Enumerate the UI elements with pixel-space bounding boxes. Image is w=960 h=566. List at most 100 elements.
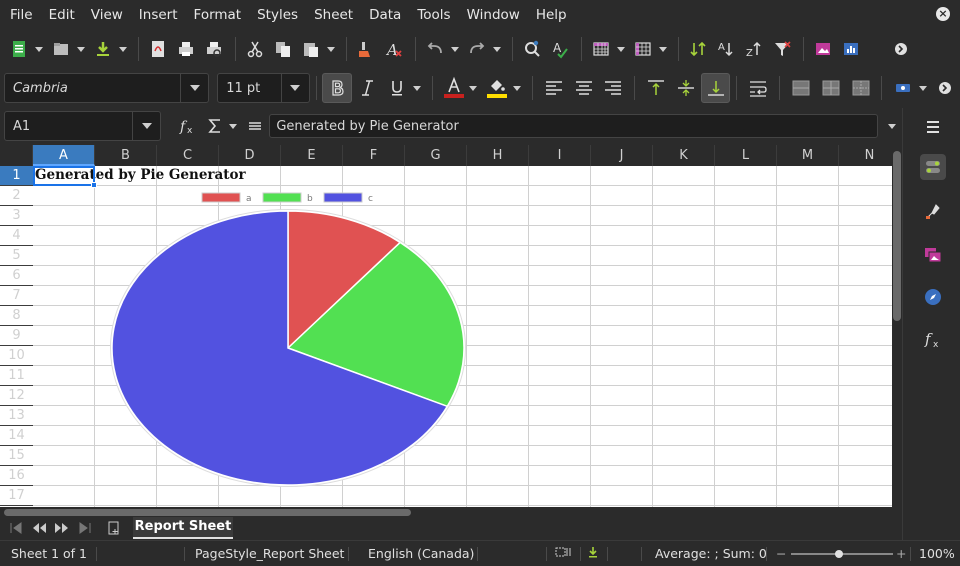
merge-cells-button[interactable] [786,73,816,103]
insert-image-icon[interactable] [810,36,836,62]
last-sheet-icon[interactable] [77,521,93,535]
export-pdf-icon[interactable] [145,36,171,62]
add-sheet-icon[interactable] [106,521,122,535]
sort-icon[interactable] [685,36,711,62]
align-right-button[interactable] [598,73,628,103]
font-color-button[interactable] [439,73,469,103]
copy-icon[interactable] [270,36,296,62]
row-header-10[interactable]: 10 [0,346,33,366]
name-box[interactable]: A1 [4,111,162,141]
zoom-level[interactable]: 100% [919,541,955,566]
column-header-b[interactable]: B [95,145,157,166]
print-icon[interactable] [173,36,199,62]
insert-chart-icon[interactable] [838,36,864,62]
sidebar-menu-icon[interactable] [920,114,946,140]
row-header-15[interactable]: 15 [0,446,33,466]
paste-dropdown-icon[interactable] [326,47,336,52]
row-header-17[interactable]: 17 [0,486,33,506]
column-header-h[interactable]: H [467,145,529,166]
menu-data[interactable]: Data [361,0,409,30]
selection-mode-icon[interactable] [555,541,573,566]
autofilter-icon[interactable] [769,36,795,62]
row-header-2[interactable]: 2 [0,186,33,206]
more-toolbar-icon[interactable] [888,36,914,62]
more-formatting-icon[interactable] [932,75,958,101]
row-header-8[interactable]: 8 [0,306,33,326]
expand-formula-icon[interactable] [886,124,898,129]
new-dropdown-icon[interactable] [34,47,44,52]
row-header-7[interactable]: 7 [0,286,33,306]
cell-area[interactable]: Generated by Pie Generator abc [33,166,892,507]
menu-insert[interactable]: Insert [131,0,186,30]
align-bottom-button[interactable] [700,73,731,103]
undo-dropdown-icon[interactable] [450,47,460,52]
find-replace-icon[interactable] [519,36,545,62]
pie-chart[interactable]: a b c [33,166,892,507]
name-box-dropdown-icon[interactable] [132,112,160,140]
page-style[interactable]: PageStyle_Report Sheet [195,541,344,566]
sum-dropdown-icon[interactable] [228,124,238,129]
zoom-out-icon[interactable]: − [776,541,786,566]
menu-sheet[interactable]: Sheet [306,0,361,30]
formula-icon[interactable] [242,113,268,139]
column-header-e[interactable]: E [281,145,343,166]
function-wizard-icon[interactable]: fx [175,113,201,139]
column-header-l[interactable]: L [715,145,777,166]
row-icon[interactable] [588,36,614,62]
zoom-slider-handle[interactable] [835,550,843,558]
clone-formatting-icon[interactable] [353,36,379,62]
bold-button[interactable] [322,73,353,103]
menu-help[interactable]: Help [528,0,575,30]
column-dropdown-icon[interactable] [658,47,668,52]
save-icon[interactable] [90,36,116,62]
font-name-dropdown-icon[interactable] [180,74,208,102]
paste-icon[interactable] [298,36,324,62]
select-all-corner[interactable] [0,145,33,166]
sort-descending-icon[interactable]: Z [741,36,767,62]
row-header-3[interactable]: 3 [0,206,33,226]
column-header-m[interactable]: M [777,145,839,166]
save-dropdown-icon[interactable] [118,47,128,52]
column-header-j[interactable]: J [591,145,653,166]
column-header-d[interactable]: D [219,145,281,166]
menu-edit[interactable]: Edit [41,0,83,30]
vertical-scroll-thumb[interactable] [893,151,901,321]
new-spreadsheet-icon[interactable] [6,36,32,62]
row-header-9[interactable]: 9 [0,326,33,346]
redo-icon[interactable] [464,36,490,62]
properties-icon[interactable] [920,154,946,180]
font-size-box[interactable]: 11 pt [217,73,310,103]
previous-sheet-icon[interactable] [31,521,47,535]
row-dropdown-icon[interactable] [616,47,626,52]
horizontal-scroll-thumb[interactable] [4,509,411,516]
print-preview-icon[interactable] [201,36,227,62]
highlight-dropdown-icon[interactable] [512,86,522,91]
align-center-button[interactable] [569,73,599,103]
close-document-icon[interactable]: × [936,7,950,21]
spreadsheet-grid[interactable]: ABCDEFGHIJKLMN 1 2 3 4 5 6 7 8 9 10 11 12 13 14 15 16 17… [0,145,892,507]
row-header-16[interactable]: 16 [0,466,33,486]
navigator-icon[interactable] [920,284,946,310]
first-sheet-icon[interactable] [8,521,24,535]
underline-button[interactable] [382,73,412,103]
row-header-4[interactable]: 4 [0,226,33,246]
menu-tools[interactable]: Tools [409,0,458,30]
menu-window[interactable]: Window [459,0,528,30]
column-header-n[interactable]: N [839,145,892,166]
column-icon[interactable] [630,36,656,62]
open-dropdown-icon[interactable] [76,47,86,52]
sort-ascending-icon[interactable]: A [713,36,739,62]
redo-dropdown-icon[interactable] [492,47,502,52]
cut-icon[interactable] [242,36,268,62]
menu-view[interactable]: View [83,0,131,30]
clear-formatting-icon[interactable]: A [381,36,407,62]
row-header-13[interactable]: 13 [0,406,33,426]
menu-styles[interactable]: Styles [249,0,306,30]
underline-dropdown-icon[interactable] [412,86,422,91]
functions-icon[interactable]: fx [920,326,946,352]
formula-input[interactable]: Generated by Pie Generator [269,114,879,138]
column-header-g[interactable]: G [405,145,467,166]
cell-borders-button[interactable] [846,73,876,103]
gallery-icon[interactable] [920,242,946,268]
row-header-5[interactable]: 5 [0,246,33,266]
